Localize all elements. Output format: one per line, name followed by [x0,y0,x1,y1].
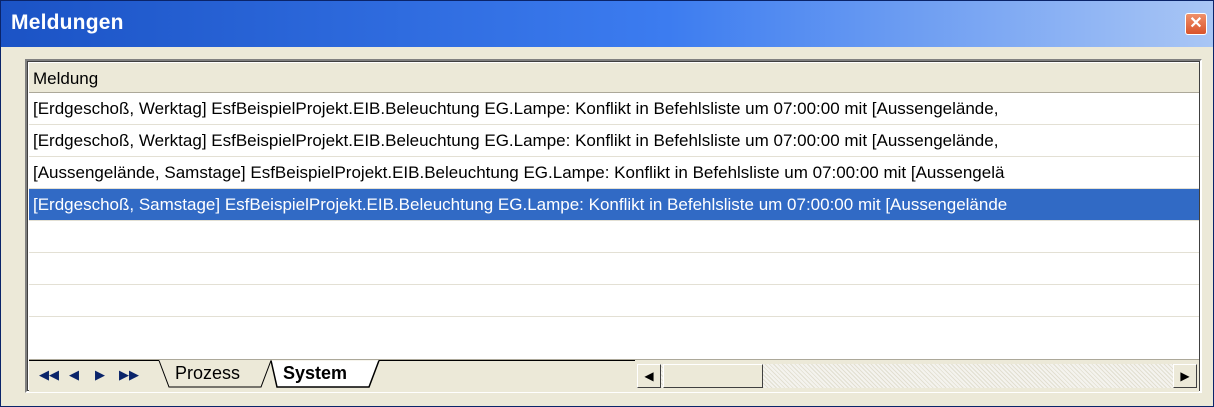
message-row-selected[interactable]: [Erdgeschoß, Samstage] EsfBeispielProjek… [29,189,1199,221]
bottom-bar: ◀◀ ◀ ▶ ▶▶ Prozess System ◀ ▶ [29,359,1199,392]
messages-panel: Meldung [Erdgeschoß, Werktag] EsfBeispie… [25,59,1202,393]
arrow-right-icon: ▶ [1180,369,1190,383]
message-text: [Erdgeschoß, Samstage] EsfBeispielProjek… [33,195,1008,214]
nav-last-icon[interactable]: ▶▶ [119,367,139,383]
close-button[interactable]: ✕ [1185,13,1207,35]
column-header-meldung[interactable]: Meldung [29,63,1199,93]
message-text: [Erdgeschoß, Werktag] EsfBeispielProjekt… [33,131,999,150]
message-list: [Erdgeschoß, Werktag] EsfBeispielProjekt… [29,93,1199,323]
message-text: [Erdgeschoß, Werktag] EsfBeispielProjekt… [33,99,999,118]
scroll-thumb[interactable] [663,364,763,388]
messages-window: Meldungen ✕ Meldung [Erdgeschoß, Werktag… [0,0,1214,407]
tab-prozess[interactable]: Prozess [175,360,240,388]
scroll-right-button[interactable]: ▶ [1173,364,1197,388]
nav-next-icon[interactable]: ▶ [95,367,105,383]
nav-first-icon[interactable]: ◀◀ [39,367,59,383]
horizontal-scrollbar[interactable]: ◀ ▶ [637,364,1197,388]
empty-row[interactable] [29,253,1199,285]
window-title: Meldungen [11,11,124,34]
tab-system[interactable]: System [283,360,347,388]
column-header-label: Meldung [33,69,99,88]
scroll-left-button[interactable]: ◀ [637,364,661,388]
message-row[interactable]: [Erdgeschoß, Werktag] EsfBeispielProjekt… [29,125,1199,157]
nav-prev-icon[interactable]: ◀ [69,367,79,383]
arrow-left-icon: ◀ [644,369,654,383]
title-bar[interactable]: Meldungen ✕ [1,1,1213,47]
empty-row[interactable] [29,285,1199,317]
close-icon: ✕ [1189,15,1203,32]
message-row[interactable]: [Erdgeschoß, Werktag] EsfBeispielProjekt… [29,93,1199,125]
empty-row[interactable] [29,221,1199,253]
message-text: [Aussengelände, Samstage] EsfBeispielPro… [33,163,1005,182]
message-row[interactable]: [Aussengelände, Samstage] EsfBeispielPro… [29,157,1199,189]
